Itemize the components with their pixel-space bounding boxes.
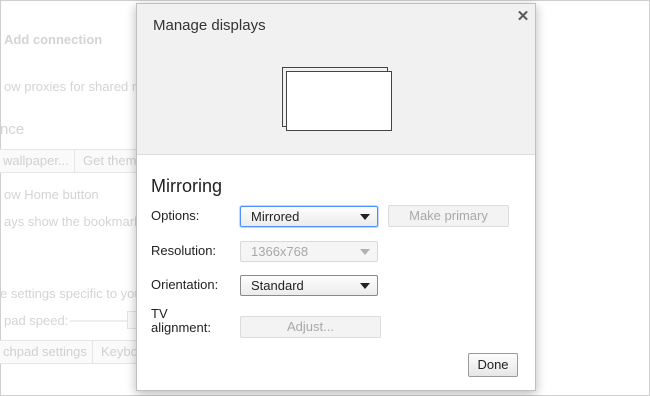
- resolution-label: Resolution:: [151, 243, 217, 258]
- tv-alignment-label-line2: alignment:: [151, 320, 211, 335]
- adjust-button[interactable]: Adjust...: [240, 316, 381, 338]
- orientation-label: Orientation:: [151, 277, 219, 292]
- resolution-dropdown[interactable]: 1366x768: [240, 241, 378, 262]
- dialog-title: Manage displays: [153, 17, 266, 34]
- tv-alignment-label-line1: TV: [151, 306, 168, 321]
- close-icon[interactable]: ✕: [516, 9, 530, 24]
- make-primary-button[interactable]: Make primary: [388, 205, 509, 227]
- display-preview-area: Manage displays ✕: [137, 4, 535, 155]
- done-button[interactable]: Done: [468, 353, 518, 377]
- set-wallpaper-button: wallpaper...: [0, 149, 78, 173]
- touchpad-settings-button: chpad settings: [0, 340, 96, 364]
- options-value: Mirrored: [251, 209, 300, 224]
- orientation-dropdown[interactable]: Standard: [240, 275, 378, 296]
- add-connection-link: Add connection: [4, 32, 103, 47]
- dropdown-arrow-icon: [360, 249, 370, 255]
- show-bookmarks-bar-label: ays show the bookmark: [4, 214, 141, 229]
- appearance-heading: nce: [0, 121, 25, 138]
- orientation-value: Standard: [251, 278, 304, 293]
- dropdown-arrow-icon: [360, 214, 370, 220]
- show-home-button-label: ow Home button: [4, 187, 99, 202]
- options-label: Options:: [151, 208, 200, 223]
- manage-displays-dialog: Manage displays ✕ Mirroring Options: Mir…: [136, 3, 536, 391]
- primary-display-icon[interactable]: [286, 71, 392, 131]
- resolution-value: 1366x768: [251, 244, 309, 259]
- proxies-checkbox-label: ow proxies for shared ne: [4, 79, 147, 94]
- section-title: Mirroring: [151, 176, 223, 196]
- dropdown-arrow-icon: [360, 283, 370, 289]
- touchpad-speed-label: pad speed:: [4, 313, 69, 328]
- device-settings-text: e settings specific to you: [0, 286, 142, 301]
- options-dropdown[interactable]: Mirrored: [240, 206, 378, 227]
